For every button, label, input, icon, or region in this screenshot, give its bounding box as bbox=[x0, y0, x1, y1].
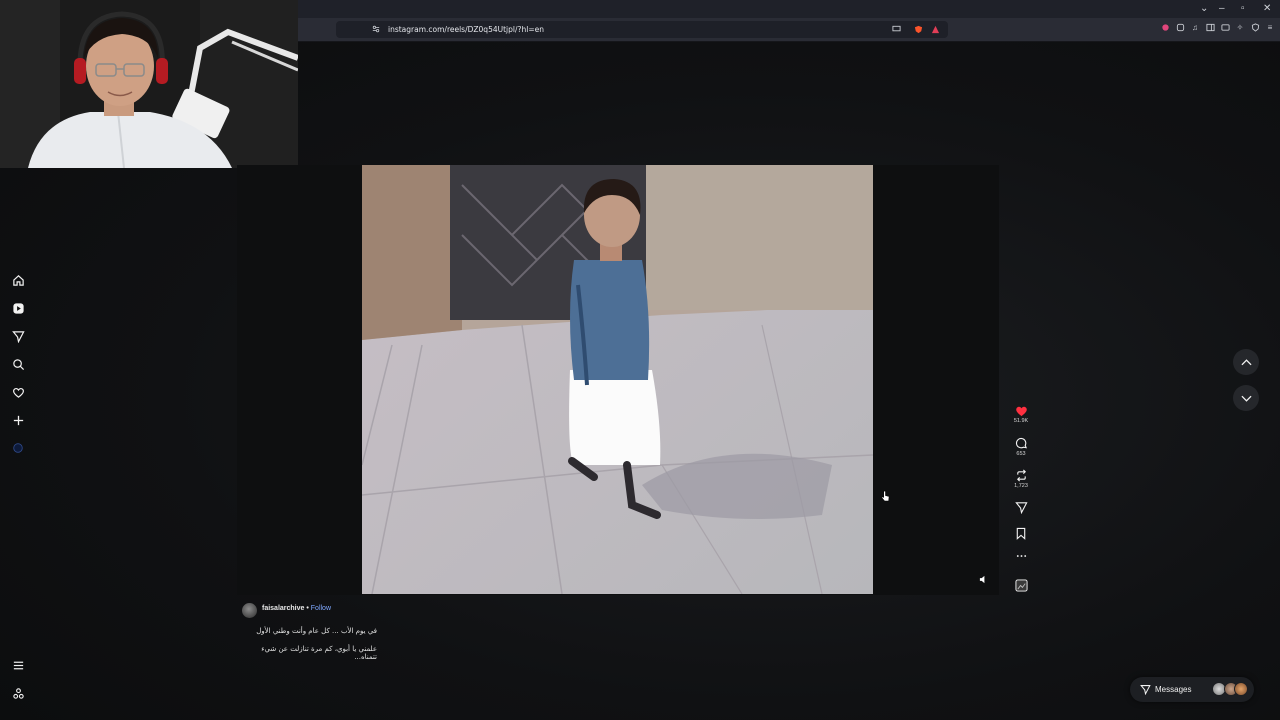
vpn-shield-icon[interactable] bbox=[1250, 23, 1260, 33]
brave-shields-icon[interactable] bbox=[913, 25, 923, 35]
chevron-down-icon bbox=[1240, 395, 1252, 402]
sidebar-toggle-icon[interactable] bbox=[1205, 23, 1215, 33]
reel-video[interactable] bbox=[362, 165, 873, 594]
repost-count: 1,723 bbox=[1014, 483, 1028, 489]
left-nav bbox=[0, 168, 36, 720]
comment-icon bbox=[1015, 438, 1027, 449]
messages-button[interactable]: Messages bbox=[1130, 677, 1254, 702]
separator-dot: • bbox=[306, 605, 309, 612]
create-icon[interactable] bbox=[9, 411, 27, 429]
like-count: 51.9K bbox=[1013, 418, 1029, 424]
maximize-button[interactable]: ▫ bbox=[1241, 3, 1245, 15]
audio-thumbnail-icon bbox=[1014, 579, 1028, 592]
reels-icon[interactable] bbox=[9, 299, 27, 317]
next-reel-button[interactable] bbox=[1233, 385, 1259, 411]
chevron-up-icon bbox=[1240, 358, 1252, 365]
share-button[interactable] bbox=[1008, 501, 1034, 514]
bookmark-icon bbox=[1016, 527, 1026, 540]
page: ⌄ – ▫ ✕ instagram.com/reels/DZ0q54Utjpl/… bbox=[0, 0, 1280, 720]
more-dots-icon bbox=[1016, 555, 1026, 557]
reel-video-frame bbox=[362, 165, 873, 594]
audio-thumbnail-button[interactable] bbox=[1008, 579, 1034, 592]
browser-menu-icon[interactable]: ≡ bbox=[1265, 23, 1275, 33]
like-button[interactable]: 51.9K bbox=[1008, 405, 1034, 424]
follow-button[interactable]: Follow bbox=[311, 605, 331, 612]
repost-button[interactable]: 1,723 bbox=[1008, 469, 1034, 489]
extension-puzzle-icon[interactable] bbox=[1175, 23, 1185, 33]
address-bar[interactable]: instagram.com/reels/DZ0q54Utjpl/?hl=en bbox=[336, 21, 948, 38]
search-icon[interactable] bbox=[9, 355, 27, 373]
close-window-button[interactable]: ✕ bbox=[1263, 3, 1271, 15]
messages-label: Messages bbox=[1155, 685, 1192, 694]
home-icon[interactable] bbox=[9, 271, 27, 289]
menu-icon[interactable] bbox=[9, 656, 27, 674]
more-icon[interactable] bbox=[9, 684, 27, 702]
extension-music-icon[interactable]: ♫ bbox=[1190, 23, 1200, 33]
share-icon bbox=[1014, 502, 1028, 514]
filled-heart-icon bbox=[1015, 406, 1027, 417]
caption-line-1: في يوم الأب ... كل عام وأنت وطني الأول bbox=[256, 627, 377, 635]
direct-message-icon bbox=[1140, 685, 1151, 695]
wallet-icon[interactable] bbox=[1220, 23, 1230, 33]
comment-count: 653 bbox=[1016, 451, 1026, 457]
site-info-icon[interactable] bbox=[371, 25, 381, 35]
extension-record-icon[interactable] bbox=[1160, 23, 1170, 33]
save-button[interactable] bbox=[1008, 527, 1034, 540]
browser-titlebar: ⌄ – ▫ ✕ bbox=[298, 0, 1280, 18]
comment-button[interactable]: 653 bbox=[1008, 437, 1034, 457]
streamer-image bbox=[0, 0, 298, 168]
previous-reel-button[interactable] bbox=[1233, 349, 1259, 375]
cast-icon[interactable] bbox=[891, 25, 901, 35]
tab-list-chevron-icon[interactable]: ⌄ bbox=[1200, 3, 1208, 15]
message-avatar bbox=[1234, 682, 1248, 696]
direct-icon[interactable] bbox=[9, 327, 27, 345]
heart-icon[interactable] bbox=[9, 383, 27, 401]
author-username[interactable]: faisalarchive bbox=[262, 605, 304, 612]
repost-icon bbox=[1016, 469, 1026, 482]
url-text: instagram.com/reels/DZ0q54Utjpl/?hl=en bbox=[388, 25, 544, 34]
mute-toggle-icon[interactable] bbox=[979, 575, 988, 586]
author-avatar[interactable] bbox=[242, 603, 257, 618]
leo-ai-icon[interactable]: ✧ bbox=[1235, 23, 1245, 33]
webcam-overlay bbox=[0, 0, 298, 168]
more-options-button[interactable] bbox=[1008, 553, 1034, 559]
caption-line-2[interactable]: علمني يا أبوي، كم مرة تنازلت عن شيء تتمن… bbox=[240, 645, 377, 661]
brave-rewards-icon[interactable] bbox=[930, 25, 940, 35]
browser-toolbar: instagram.com/reels/DZ0q54Utjpl/?hl=en ♫… bbox=[298, 18, 1280, 42]
minimize-button[interactable]: – bbox=[1219, 3, 1225, 15]
caption-header: faisalarchive • Follow bbox=[262, 605, 331, 612]
profile-icon[interactable] bbox=[9, 439, 27, 457]
mouse-cursor-icon bbox=[881, 490, 890, 508]
